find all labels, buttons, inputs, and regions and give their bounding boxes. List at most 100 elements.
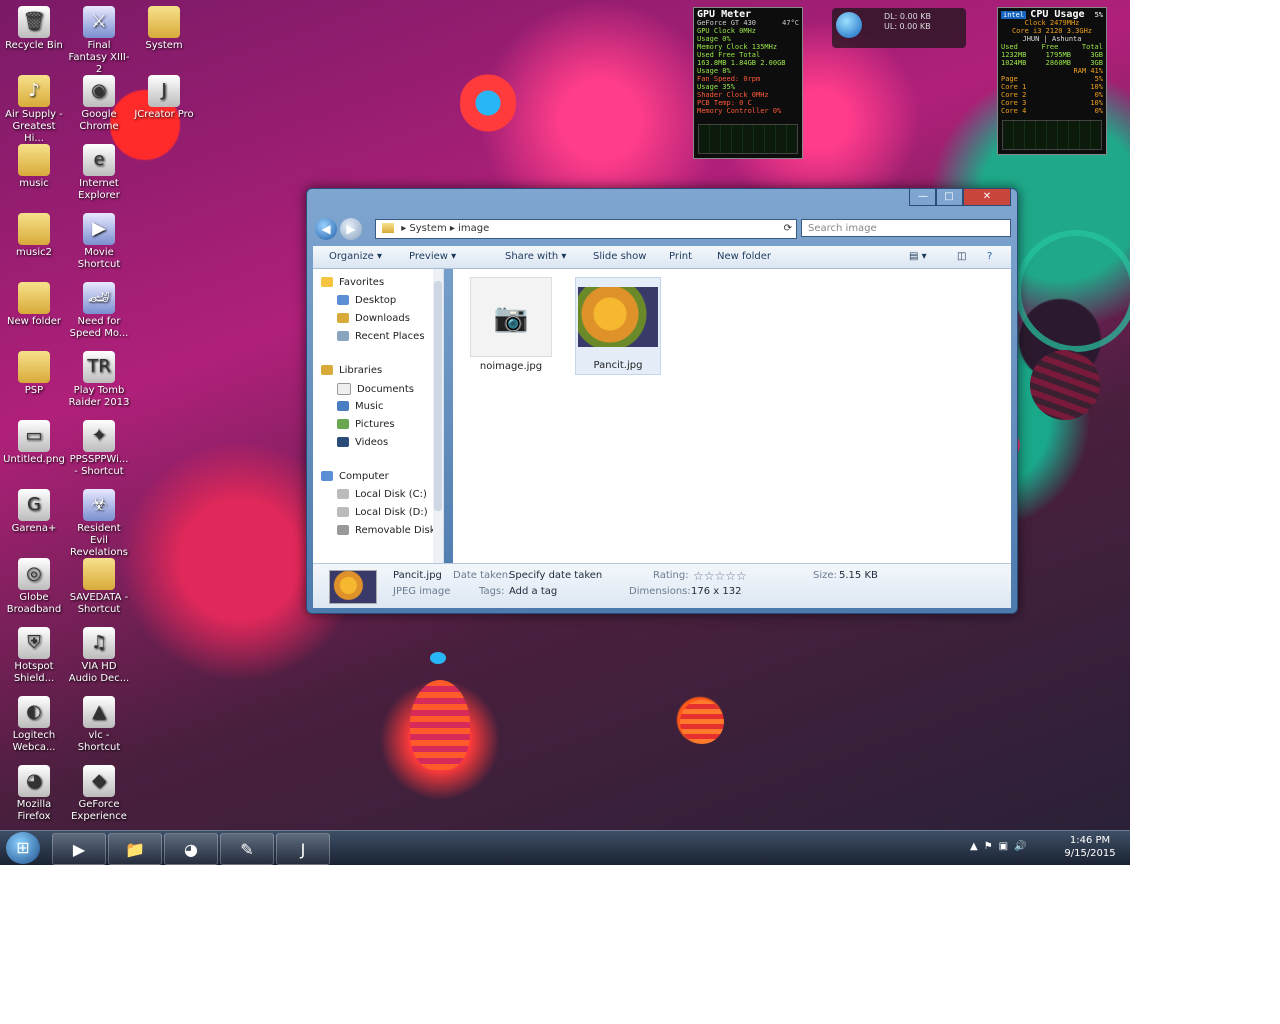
print-button[interactable]: Print <box>669 251 692 262</box>
taskbar-button-explorer[interactable]: 📁 <box>108 833 162 865</box>
back-button[interactable]: ◀ <box>315 218 337 240</box>
taskbar-button-jcreator-pro[interactable]: ✎ <box>220 833 274 865</box>
organize-button[interactable]: Organize ▾ <box>329 251 382 262</box>
desktop-icon-play-tomb-raider-2013[interactable]: TR Play Tomb Raider 2013 <box>67 351 131 409</box>
nav-local-disk-c[interactable]: Local Disk (C:) <box>337 489 427 500</box>
preview-button[interactable]: Preview ▾ <box>409 251 456 262</box>
nav-computer[interactable]: Computer <box>321 471 389 482</box>
jcreator-pro-icon: ✎ <box>240 839 254 859</box>
desktop-icon-savedata-shortcut[interactable]: SAVEDATA - Shortcut <box>67 558 131 616</box>
nav-libraries[interactable]: Libraries <box>321 365 382 376</box>
desktop-icon-mozilla-firefox[interactable]: ◕ Mozilla Firefox <box>2 765 66 823</box>
nav-downloads[interactable]: Downloads <box>337 313 410 324</box>
network-meter-gadget[interactable]: DL: 0.00 KB UL: 0.00 KB <box>832 8 966 48</box>
desktop-icon-recycle-bin[interactable]: 🗑 Recycle Bin <box>2 6 66 52</box>
taskbar-button-firefox[interactable]: ◕ <box>164 833 218 865</box>
desktop-icon-garena[interactable]: G Garena+ <box>2 489 66 535</box>
desktop-icon-label: PSP <box>24 385 44 396</box>
clock[interactable]: 1:46 PM 9/15/2015 <box>1058 834 1122 860</box>
search-input[interactable]: Search image <box>801 219 1011 237</box>
desktop-icon-music[interactable]: music <box>2 144 66 190</box>
rating-stars[interactable]: ☆☆☆☆☆ <box>693 569 747 583</box>
file-item[interactable]: 📷 noimage.jpg <box>469 277 553 373</box>
desktop-icon-jcreator-pro[interactable]: J JCreator Pro <box>132 75 196 121</box>
folder-icon <box>18 351 50 383</box>
gpu-stat-line: PCB Temp: 0 C <box>697 99 752 107</box>
desktop-icon-vlc-shortcut[interactable]: ▲ vlc - Shortcut <box>67 696 131 754</box>
desktop-icon-google-chrome[interactable]: ◉ Google Chrome <box>67 75 131 133</box>
gpu-stat-line: Usage 0% <box>697 35 731 43</box>
nav-favorites[interactable]: Favorites <box>321 277 384 288</box>
view-options-icon[interactable]: ▤ ▾ <box>909 251 927 262</box>
slide-show-button[interactable]: Slide show <box>593 251 646 262</box>
desktop-icon-internet-explorer[interactable]: e Internet Explorer <box>67 144 131 202</box>
refresh-icon[interactable]: ⟳ <box>784 220 792 238</box>
nav-documents[interactable]: Documents <box>337 383 414 395</box>
new-folder-button[interactable]: New folder <box>717 251 771 262</box>
nav-desktop[interactable]: Desktop <box>337 295 396 306</box>
desktop-icon-psp[interactable]: PSP <box>2 351 66 397</box>
clock-time: 1:46 PM <box>1069 835 1111 846</box>
size-label: Size: <box>813 570 837 581</box>
forward-button[interactable]: ▶ <box>340 218 362 240</box>
desktop-icon-music2[interactable]: music2 <box>2 213 66 259</box>
desktop-icon-new-folder[interactable]: New folder <box>2 282 66 328</box>
desktop-icon-need-for-speed-mo[interactable]: 🏎 Need for Speed Mo... <box>67 282 131 340</box>
breadcrumb-item[interactable]: System <box>409 223 446 234</box>
gpu-temp: 47°C <box>782 19 799 27</box>
start-button[interactable]: ⊞ <box>6 832 40 864</box>
scrollbar-thumb[interactable] <box>434 281 442 511</box>
taskbar-button-media-player[interactable]: ▶ <box>52 833 106 865</box>
minimize-button[interactable]: — <box>909 189 937 206</box>
cpu-memory-header: Used Free Total <box>1001 43 1103 51</box>
gpu-stat-line: Shader Clock 0MHz <box>697 91 769 99</box>
taskbar-button-jcreator[interactable]: J <box>276 833 330 865</box>
tray-icon[interactable]: ▲ <box>970 841 984 852</box>
file-item-selected[interactable]: Pancit.jpg <box>575 277 661 375</box>
cpu-core-list: Page 5% Core 1 10% Core 2 0% Core 3 10% Core 4 0% <box>1001 75 1103 115</box>
desktop-icon-hotspot-shield[interactable]: ⛨ Hotspot Shield... <box>2 627 66 685</box>
wallpaper-ball <box>1030 350 1100 420</box>
desktop-icon-ppssppwi-shortcut[interactable]: ✦ PPSSPPWi... - Shortcut <box>67 420 131 478</box>
desktop-icon-label: New folder <box>6 316 62 327</box>
gpu-meter-gadget[interactable]: GPU Meter GeForce GT 430 47°C GPU Clock … <box>693 7 803 159</box>
desktop[interactable]: 🗑 Recycle Bin ⚔ Final Fantasy XIII-2 System ♪… <box>0 0 1130 830</box>
desktop-icon-logitech-webca[interactable]: ◐ Logitech Webca... <box>2 696 66 754</box>
cpu-usage-gadget[interactable]: intel CPU Usage 5% Clock 2479MHz Core i3… <box>997 7 1107 155</box>
nav-music[interactable]: Music <box>337 401 383 412</box>
command-bar: Organize ▾ Preview ▾ Share with ▾ Slide … <box>313 246 1011 269</box>
date-taken-value[interactable]: Specify date taken <box>509 570 602 581</box>
share-with-button[interactable]: Share with ▾ <box>505 251 566 262</box>
nav-recent-places[interactable]: Recent Places <box>337 331 425 342</box>
desktop-icon-label: PPSSPPWi... - Shortcut <box>69 454 129 477</box>
music-icon <box>337 401 349 411</box>
desktop-icon-untitled-png[interactable]: ▭ Untitled.png <box>2 420 66 466</box>
desktop-icon-system[interactable]: System <box>132 6 196 52</box>
tray-icon[interactable]: 🔊 <box>1014 841 1032 852</box>
desktop-icon-movie-shortcut[interactable]: ▶ Movie Shortcut <box>67 213 131 271</box>
desktop-icon-globe-broadband[interactable]: ◎ Globe Broadband <box>2 558 66 616</box>
tray-icon[interactable]: ⚑ <box>984 841 999 852</box>
tray-icon[interactable]: ▣ <box>999 841 1014 852</box>
maximize-button[interactable]: □ <box>935 189 963 206</box>
close-button[interactable]: ✕ <box>963 189 1011 206</box>
preview-pane-icon[interactable]: ◫ <box>957 251 966 262</box>
desktop-icon-via-hd-audio-dec[interactable]: ♫ VIA HD Audio Dec... <box>67 627 131 685</box>
nav-removable-disk[interactable]: Removable Disk ( <box>337 525 443 536</box>
nav-pictures[interactable]: Pictures <box>337 419 395 430</box>
nav-scrollbar[interactable] <box>433 269 443 563</box>
breadcrumb-item[interactable]: image <box>458 223 489 234</box>
tags-value[interactable]: Add a tag <box>509 586 557 597</box>
help-icon[interactable]: ? <box>987 251 992 262</box>
nav-videos[interactable]: Videos <box>337 437 388 448</box>
nav-local-disk-d[interactable]: Local Disk (D:) <box>337 507 428 518</box>
desktop-icon-final-fantasy-xiii-2[interactable]: ⚔ Final Fantasy XIII-2 <box>67 6 131 76</box>
movie-shortcut-icon: ▶ <box>83 213 115 245</box>
desktop-icon-air-supply-greatest-hi[interactable]: ♪ Air Supply - Greatest Hi... <box>2 75 66 145</box>
address-bar[interactable]: ▸ System ▸ image ⟳ <box>375 219 797 239</box>
cpu-memory-row: 1232MB 1795MB 3GB <box>1001 51 1103 59</box>
cpu-core-row: Page 5% <box>1001 75 1103 83</box>
desktop-icon <box>337 295 349 305</box>
desktop-icon-geforce-experience[interactable]: ◆ GeForce Experience <box>67 765 131 823</box>
explorer-window[interactable]: — □ ✕ ◀ ▶ ▸ System ▸ image ⟳ Search imag… <box>306 188 1018 614</box>
